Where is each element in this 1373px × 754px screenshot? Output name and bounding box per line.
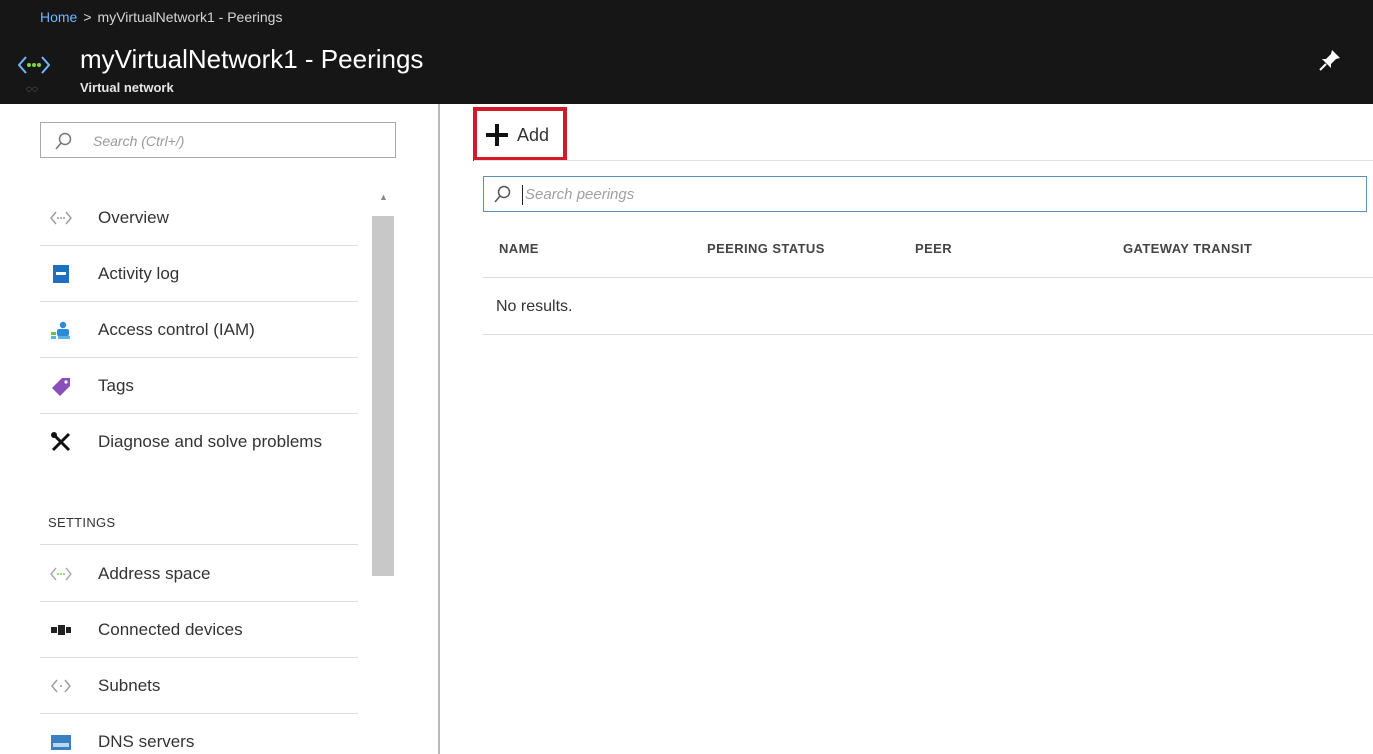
virtual-network-icon [18,56,50,74]
connected-devices-icon [51,625,71,635]
breadcrumb-current: myVirtualNetwork1 - Peerings [97,9,283,25]
table-row-divider [483,334,1373,335]
sidebar-item-label: Access control (IAM) [98,320,255,339]
menu-search-placeholder: Search (Ctrl+/) [93,133,185,149]
sidebar-item-label: Address space [98,564,211,583]
sidebar-item-label: Subnets [98,676,161,695]
column-header-gateway-transit[interactable]: GATEWAY TRANSIT [1123,241,1252,256]
add-peering-button[interactable]: Add [473,107,567,161]
tag-icon [52,378,70,396]
sidebar-item-label: Activity log [98,264,180,283]
menu-scrollbar[interactable]: ▲ [372,192,394,754]
sidebar-item-activity-log[interactable]: Activity log [40,246,358,302]
search-icon [494,185,511,203]
dns-servers-icon [51,735,71,750]
sidebar-item-label: DNS servers [98,732,195,751]
page-subtitle: Virtual network [80,80,174,95]
sidebar-item-label: Overview [98,208,169,227]
peerings-search-placeholder: Search peerings [525,186,635,203]
table-header-divider [483,277,1373,278]
sidebar-item-label: Diagnose and solve problems [98,432,322,451]
menu-search-input[interactable]: Search (Ctrl+/) [40,122,396,158]
wrench-icon [51,432,71,452]
page-title: myVirtualNetwork1 - Peerings [80,44,424,74]
sidebar-item-subnets[interactable]: Subnets [40,658,358,714]
sidebar-item-access-control[interactable]: Access control (IAM) [40,302,358,358]
peerings-search-input[interactable]: Search peerings [483,176,1367,212]
column-header-peer[interactable]: PEER [915,241,952,256]
plus-icon [486,124,508,146]
toolbar-divider [474,160,1373,161]
blade-header: Home > myVirtualNetwork1 - Peerings ◌◌ myV… [0,0,1373,104]
breadcrumb-home-link[interactable]: Home [40,9,77,25]
activity-log-icon [53,265,69,283]
subnets-icon [51,679,71,693]
sidebar-item-dns-servers[interactable]: DNS servers [40,714,358,754]
access-control-icon [51,321,70,339]
overview-icon [50,211,72,225]
column-header-peering-status[interactable]: PEERING STATUS [707,241,825,256]
sidebar-item-diagnose[interactable]: Diagnose and solve problems [40,414,358,470]
resource-type-icon: ◌◌ [26,84,38,95]
search-icon [55,132,72,150]
scrollbar-thumb[interactable] [372,216,394,576]
sidebar-item-connected-devices[interactable]: Connected devices [40,602,358,658]
sidebar-item-overview[interactable]: Overview [40,190,358,246]
sidebar-item-label: Tags [98,376,134,395]
breadcrumb: Home > myVirtualNetwork1 - Peerings [40,9,282,25]
sidebar-item-label: Connected devices [98,620,243,639]
pin-icon[interactable] [1318,48,1342,72]
column-header-name[interactable]: NAME [499,241,539,256]
address-space-icon [50,567,72,581]
resource-menu: Search (Ctrl+/) ▲ Overview Activity log … [0,104,438,754]
add-button-label: Add [517,125,550,145]
sidebar-item-address-space[interactable]: Address space [40,546,358,602]
empty-results-message: No results. [496,298,573,315]
text-cursor [522,185,523,205]
section-divider [40,544,358,545]
sidebar-item-tags[interactable]: Tags [40,358,358,414]
settings-section-label: SETTINGS [48,515,116,530]
scroll-up-arrow-icon[interactable]: ▲ [379,192,388,202]
breadcrumb-separator: > [83,9,92,25]
peerings-content: Add Search peerings NAME PEERING STATUS … [440,104,1373,754]
